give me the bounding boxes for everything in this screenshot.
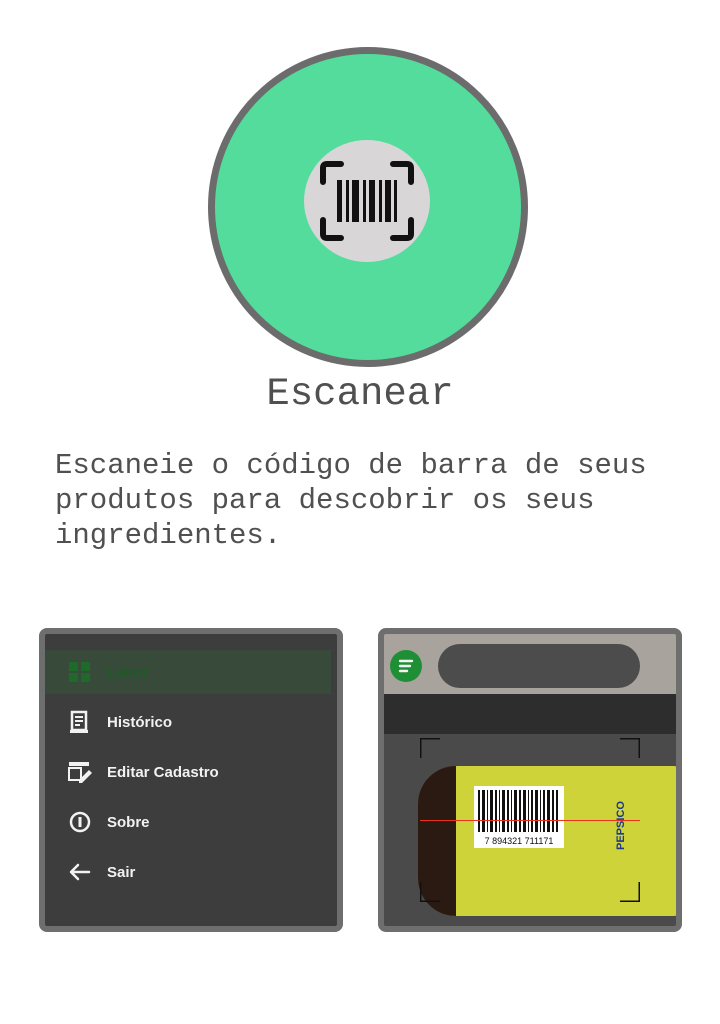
scan-hero-circle[interactable] (208, 47, 528, 367)
camera-screenshot: 7 894321 711171 PEPSICO (378, 628, 682, 932)
search-bar[interactable] (438, 644, 640, 688)
menu-item-label: Histórico (107, 713, 173, 731)
menu-button[interactable] (390, 650, 422, 682)
menu-item-label: Leitor (107, 663, 149, 681)
description-line: Escaneie o código de barra de seus (55, 449, 647, 482)
description: Escaneie o código de barra de seus produ… (55, 448, 695, 553)
grid-icon (69, 662, 90, 682)
menu-item-sobre[interactable]: Sobre (45, 800, 337, 844)
barcode-scan-icon (320, 161, 414, 241)
menu-item-historico[interactable]: Histórico (45, 700, 337, 744)
hero-icon-background (304, 140, 430, 262)
camera-shadow (384, 694, 676, 734)
menu-icon (398, 659, 414, 673)
page-title: Escanear (266, 372, 454, 416)
info-icon (69, 811, 91, 833)
menu-item-label: Editar Cadastro (107, 763, 219, 781)
menu-screenshot: Leitor Histórico Editar Cadastro Sobre S… (39, 628, 343, 932)
edit-document-icon (68, 762, 92, 783)
menu-item-editar-cadastro[interactable]: Editar Cadastro (45, 750, 337, 794)
arrow-left-icon (69, 863, 91, 881)
menu-item-leitor[interactable]: Leitor (45, 650, 331, 694)
description-line: ingredientes. (55, 519, 282, 552)
menu-item-sair[interactable]: Sair (45, 850, 337, 894)
menu-item-label: Sair (107, 863, 136, 881)
menu-item-label: Sobre (107, 813, 150, 831)
description-line: produtos para descobrir os seus (55, 484, 595, 517)
scan-line (420, 820, 640, 821)
receipt-icon (70, 710, 88, 733)
